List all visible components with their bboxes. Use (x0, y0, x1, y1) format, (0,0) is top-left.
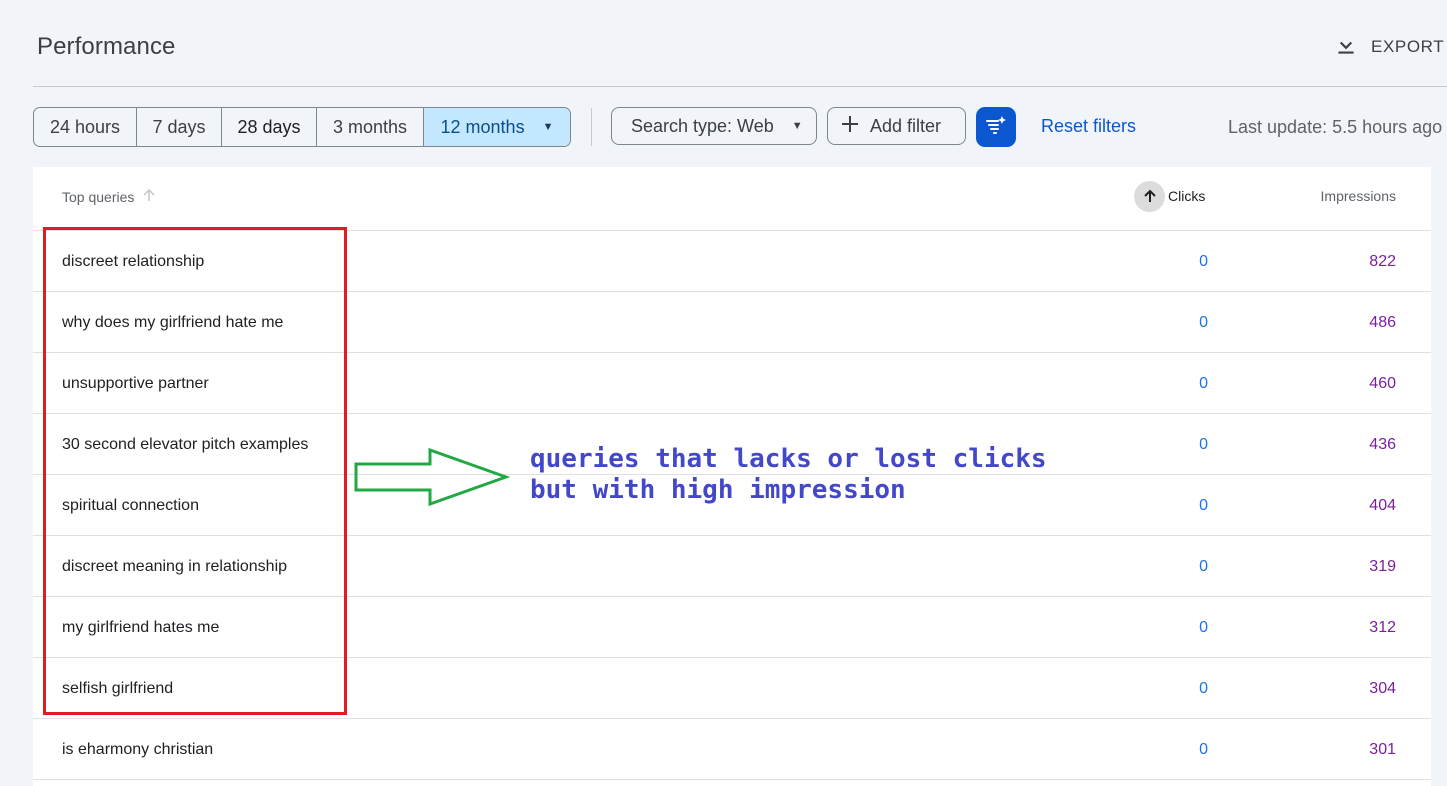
plus-icon (840, 114, 860, 139)
column-label: Clicks (1168, 188, 1206, 204)
clicks-cell: 0 (1199, 680, 1208, 697)
download-icon (1333, 32, 1359, 63)
export-label: EXPORT (1371, 37, 1445, 56)
impressions-cell: 301 (1369, 741, 1396, 758)
column-header-clicks[interactable]: Clicks (1134, 180, 1205, 212)
search-type-label: Search type: Web (631, 115, 774, 136)
impressions-cell: 822 (1369, 253, 1396, 270)
arrow-up-icon (1134, 180, 1165, 212)
impressions-cell: 460 (1369, 375, 1396, 392)
range-7-days[interactable]: 7 days (137, 108, 222, 146)
annotation-arrow-icon (354, 448, 510, 506)
annotation-text: queries that lacks or lost clicks but wi… (530, 444, 1047, 506)
clicks-cell: 0 (1199, 558, 1208, 575)
range-label: 12 months (440, 116, 525, 137)
header-divider (33, 86, 1447, 87)
reset-filters-link[interactable]: Reset filters (1041, 116, 1136, 137)
arrow-up-icon (142, 188, 156, 205)
caret-down-icon: ▼ (542, 121, 554, 133)
toolbar-divider (591, 108, 592, 146)
last-update-text: Last update: 5.5 hours ago (1228, 117, 1443, 137)
range-12-months[interactable]: 12 months ▼ (424, 108, 570, 146)
caret-down-icon: ▼ (791, 120, 803, 132)
clicks-cell: 0 (1199, 375, 1208, 392)
clicks-cell: 0 (1199, 497, 1208, 514)
impressions-cell: 436 (1369, 436, 1396, 453)
clicks-cell: 0 (1199, 314, 1208, 331)
range-label: 28 days (237, 116, 301, 137)
clicks-cell: 0 (1199, 253, 1208, 270)
range-label: 24 hours (49, 116, 121, 137)
column-label: Top queries (62, 188, 135, 205)
table-row[interactable]: is eharmony christian 0 301 (33, 719, 1431, 780)
page-title: Performance (37, 33, 176, 60)
range-3-months[interactable]: 3 months (317, 108, 424, 146)
annotation-highlight-box (43, 227, 347, 715)
impressions-cell: 404 (1369, 497, 1396, 514)
clicks-cell: 0 (1199, 619, 1208, 636)
annotation-line-1: queries that lacks or lost clicks (530, 444, 1047, 474)
filter-sparkle-icon (984, 113, 1008, 142)
range-24-hours[interactable]: 24 hours (34, 108, 137, 146)
query-cell: is eharmony christian (62, 741, 214, 758)
annotation-line-2: but with high impression (530, 475, 906, 505)
impressions-cell: 486 (1369, 314, 1396, 331)
impressions-cell: 312 (1369, 619, 1396, 636)
impressions-cell: 319 (1369, 558, 1396, 575)
search-type-dropdown[interactable]: Search type: Web ▼ (611, 107, 817, 145)
export-button[interactable]: EXPORT (1333, 32, 1444, 62)
table-header: Top queries Clicks Impressions (33, 167, 1431, 231)
add-filter-label: Add filter (870, 115, 942, 136)
clicks-cell: 0 (1199, 436, 1208, 453)
range-label: 7 days (152, 116, 206, 137)
range-28-days[interactable]: 28 days (222, 108, 317, 146)
range-label: 3 months (332, 116, 408, 137)
column-header-queries[interactable]: Top queries (62, 188, 156, 205)
clicks-cell: 0 (1199, 741, 1208, 758)
impressions-cell: 304 (1369, 680, 1396, 697)
date-range-group: 24 hours 7 days 28 days 3 months 12 mont… (33, 107, 571, 147)
column-header-impressions[interactable]: Impressions (1321, 188, 1396, 204)
add-filter-button[interactable]: Add filter (827, 107, 966, 145)
filter-settings-button[interactable] (976, 107, 1016, 147)
